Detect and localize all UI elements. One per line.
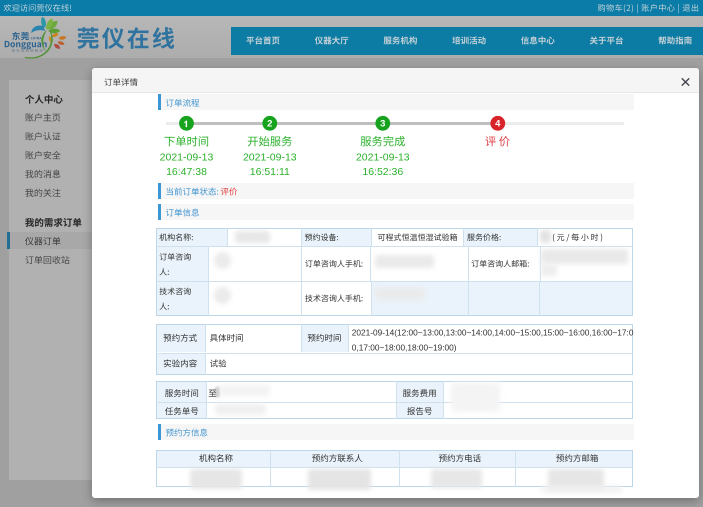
svg-text:2021-09-13: 2021-09-13 [356, 151, 410, 163]
svg-text:16:52:36: 16:52:36 [362, 166, 403, 178]
svg-text:4: 4 [495, 119, 501, 130]
svg-text:2021-09-14(12:00~13:00,13:00~1: 2021-09-14(12:00~13:00,13:00~14:00,14:00… [352, 328, 634, 338]
svg-text:3: 3 [380, 119, 385, 130]
svg-text:16:51:11: 16:51:11 [250, 166, 290, 178]
svg-text:2: 2 [267, 119, 272, 130]
svg-text:2021-09-13: 2021-09-13 [160, 151, 214, 163]
svg-text:0,17:00~18:00,18:00~19:00): 0,17:00~18:00,18:00~19:00) [352, 343, 457, 353]
svg-text:16:47:38: 16:47:38 [166, 166, 207, 178]
svg-text:2021-09-13: 2021-09-13 [243, 151, 297, 163]
